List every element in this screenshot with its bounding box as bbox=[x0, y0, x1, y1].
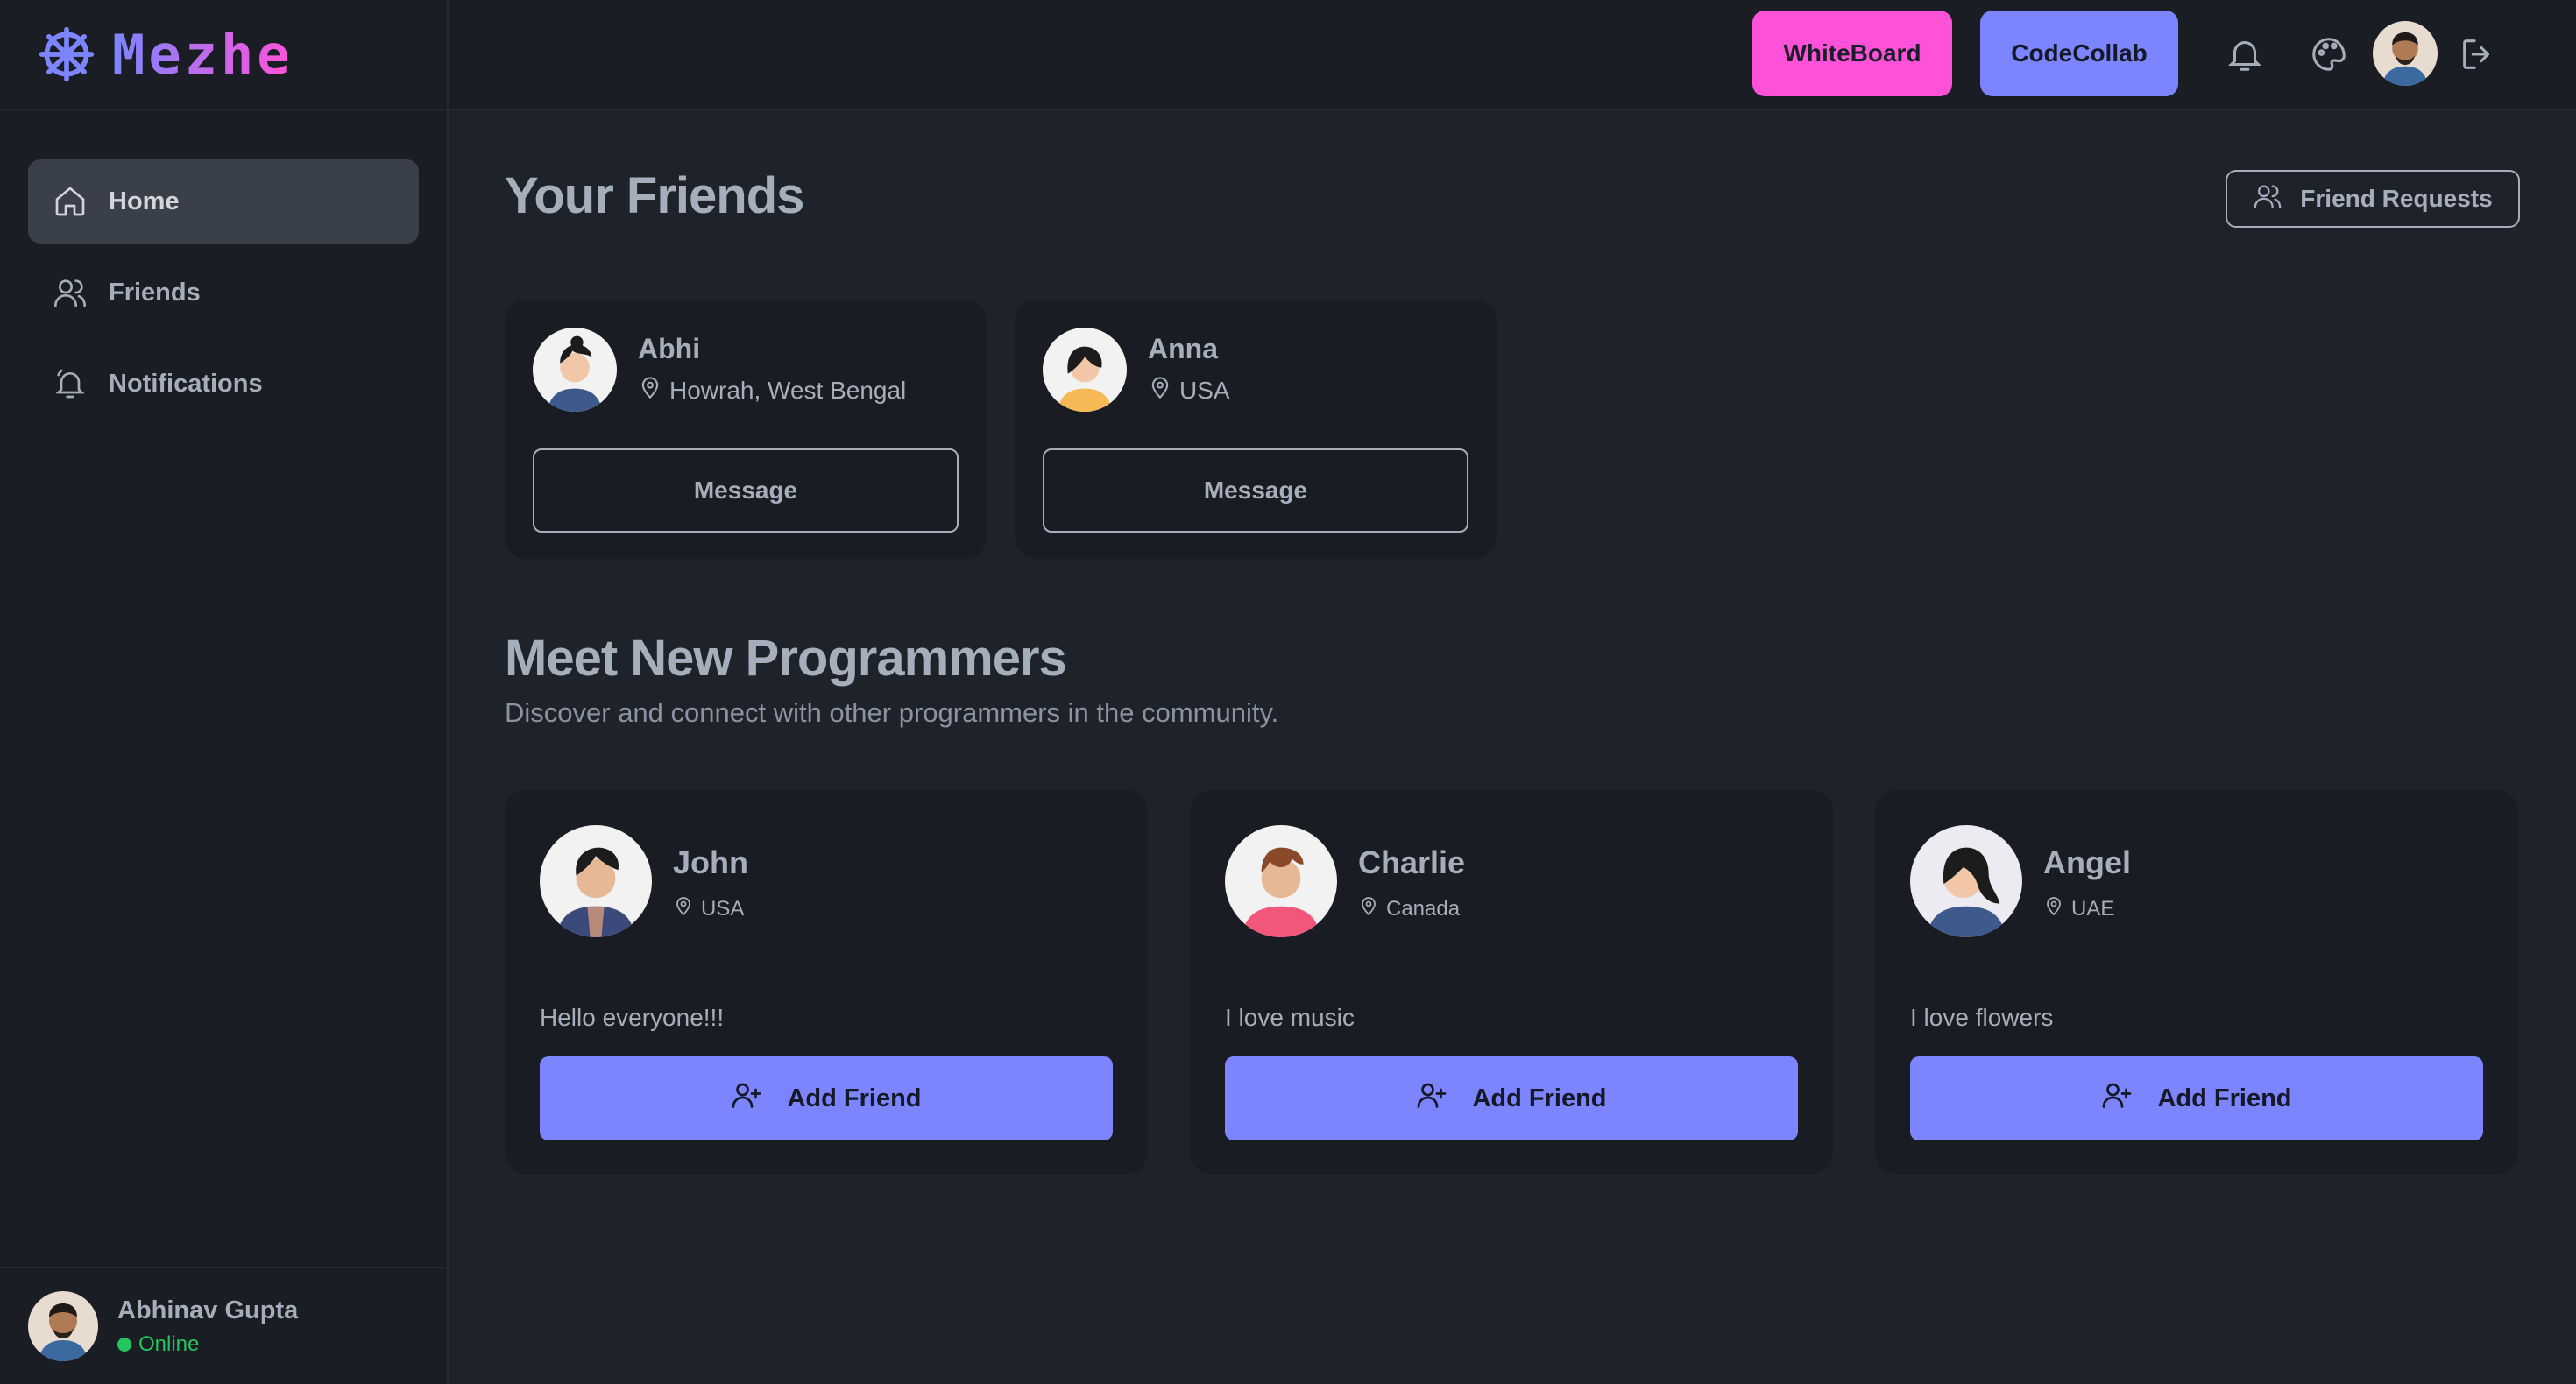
avatar bbox=[1910, 825, 2022, 937]
map-pin-icon bbox=[2043, 895, 2064, 922]
add-friend-label: Add Friend bbox=[2157, 1084, 2292, 1112]
programmer-bio: I love flowers bbox=[1910, 1004, 2054, 1031]
avatar bbox=[1043, 328, 1127, 412]
friend-card: Anna USA Message bbox=[1015, 300, 1497, 559]
friend-name: Abhi bbox=[638, 333, 701, 364]
programmer-bio: Hello everyone!!! bbox=[540, 1004, 725, 1031]
brand[interactable]: Mezhe bbox=[0, 0, 447, 110]
programmer-bio: I love music bbox=[1225, 1004, 1355, 1031]
page-title: Your Friends bbox=[505, 167, 804, 224]
users-icon bbox=[2253, 181, 2282, 217]
add-friend-label: Add Friend bbox=[787, 1084, 922, 1112]
avatar[interactable] bbox=[2373, 21, 2438, 86]
map-pin-icon bbox=[638, 375, 662, 406]
topbar: WhiteBoard CodeCollab bbox=[449, 0, 2576, 110]
location-text: USA bbox=[1179, 376, 1230, 404]
friend-card: Abhi Howrah, West Bengal Message bbox=[505, 300, 987, 559]
map-pin-icon bbox=[1358, 895, 1379, 922]
sidebar-item-label: Friends bbox=[109, 278, 201, 307]
sidebar-item-label: Notifications bbox=[109, 369, 263, 398]
users-icon bbox=[53, 275, 88, 310]
brand-name: Mezhe bbox=[112, 22, 294, 87]
user-plus-icon bbox=[731, 1079, 762, 1118]
map-pin-icon bbox=[673, 895, 694, 922]
friend-requests-label: Friend Requests bbox=[2300, 185, 2493, 212]
user-plus-icon bbox=[1416, 1079, 1447, 1118]
friend-location: USA bbox=[1148, 375, 1230, 406]
sidebar-item-label: Home bbox=[109, 187, 180, 215]
current-user[interactable]: Abhinav Gupta Online bbox=[0, 1267, 447, 1384]
programmer-location: Canada bbox=[1358, 895, 1460, 922]
location-text: Canada bbox=[1386, 896, 1461, 921]
friend-location: Howrah, West Bengal bbox=[638, 375, 906, 406]
add-friend-button[interactable]: Add Friend bbox=[1225, 1056, 1798, 1140]
programmer-card: Angel UAE I love flowers Add Friend bbox=[1875, 790, 2518, 1174]
sidebar-item-home[interactable]: Home bbox=[28, 159, 419, 244]
online-dot bbox=[117, 1337, 131, 1352]
location-text: UAE bbox=[2071, 896, 2115, 921]
friend-requests-button[interactable]: Friend Requests bbox=[2226, 170, 2520, 228]
programmer-location: USA bbox=[673, 895, 744, 922]
avatar bbox=[1225, 825, 1337, 937]
programmer-name: John bbox=[673, 844, 748, 880]
codecollab-button[interactable]: CodeCollab bbox=[1980, 11, 2178, 96]
section-subtitle: Discover and connect with other programm… bbox=[505, 697, 1279, 728]
message-button[interactable]: Message bbox=[533, 448, 959, 533]
palette-icon[interactable] bbox=[2304, 30, 2353, 79]
add-friend-label: Add Friend bbox=[1472, 1084, 1607, 1112]
sidebar: Mezhe Home Friends Notifications Abhinav bbox=[0, 0, 449, 1384]
add-friend-button[interactable]: Add Friend bbox=[1910, 1056, 2483, 1140]
logout-icon[interactable] bbox=[2453, 30, 2502, 79]
add-friend-button[interactable]: Add Friend bbox=[540, 1056, 1113, 1140]
status-text: Online bbox=[138, 1331, 200, 1356]
message-button[interactable]: Message bbox=[1043, 448, 1468, 533]
whiteboard-button[interactable]: WhiteBoard bbox=[1752, 11, 1952, 96]
programmer-name: Charlie bbox=[1358, 844, 1466, 880]
sidebar-item-notifications[interactable]: Notifications bbox=[28, 342, 419, 426]
home-icon bbox=[53, 184, 88, 219]
map-pin-icon bbox=[1148, 375, 1172, 406]
sidebar-item-friends[interactable]: Friends bbox=[28, 251, 419, 335]
ship-wheel-icon bbox=[37, 25, 96, 84]
location-text: USA bbox=[701, 896, 745, 921]
status-badge: Online bbox=[117, 1332, 298, 1357]
programmer-card: John USA Hello everyone!!! Add Friend bbox=[505, 790, 1148, 1174]
avatar bbox=[533, 328, 617, 412]
location-text: Howrah, West Bengal bbox=[669, 376, 907, 404]
bell-icon bbox=[53, 366, 88, 401]
user-plus-icon bbox=[2101, 1079, 2133, 1118]
avatar bbox=[540, 825, 652, 937]
user-name: Abhinav Gupta bbox=[117, 1296, 299, 1324]
programmer-card: Charlie Canada I love music Add Friend bbox=[1190, 790, 1833, 1174]
main-content: Your Friends Friend Requests Abhi Howrah… bbox=[449, 110, 2576, 1384]
avatar bbox=[28, 1291, 98, 1361]
friend-name: Anna bbox=[1148, 333, 1218, 364]
section-title: Meet New Programmers bbox=[505, 630, 1067, 687]
sidebar-nav: Home Friends Notifications bbox=[0, 110, 447, 426]
programmer-name: Angel bbox=[2043, 844, 2132, 880]
bell-icon[interactable] bbox=[2220, 30, 2269, 79]
programmer-location: UAE bbox=[2043, 895, 2114, 922]
